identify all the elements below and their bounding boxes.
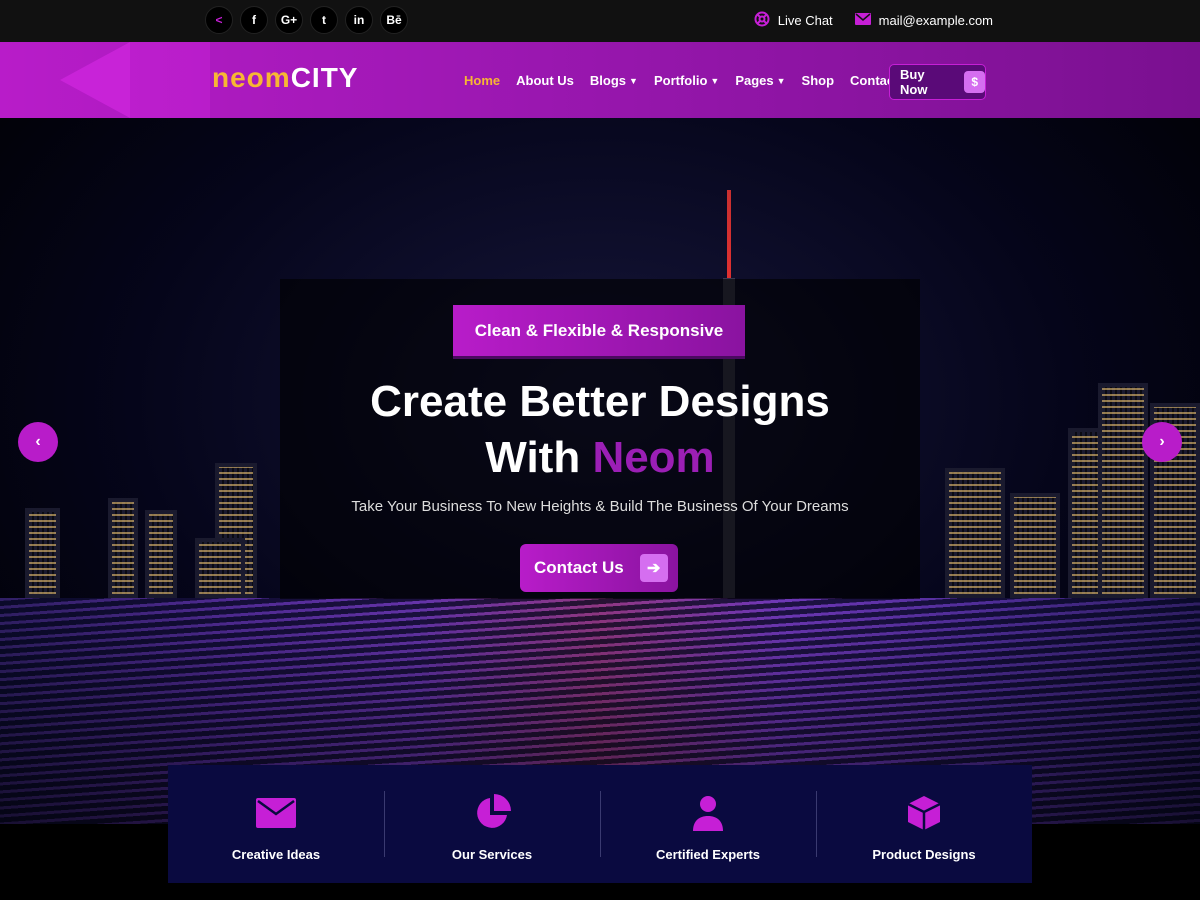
hero-tagline: Clean & Flexible & Responsive: [453, 305, 745, 359]
twitter-icon[interactable]: t: [310, 6, 338, 34]
user-icon: [692, 793, 724, 833]
box-icon: [905, 793, 943, 833]
main-header: neomCITY Home About Us Blogs ▼ Portfolio ▼…: [0, 42, 1200, 118]
feature-label: Creative Ideas: [231, 847, 321, 862]
building: [1010, 493, 1060, 598]
nav-shop[interactable]: Shop: [802, 73, 835, 88]
live-chat-link[interactable]: Live Chat: [754, 11, 833, 30]
chevron-down-icon: ▼: [629, 75, 638, 86]
contact-us-button[interactable]: Contact Us ➔: [520, 544, 678, 592]
building: [25, 508, 60, 598]
nav-portfolio-label: Portfolio: [653, 73, 708, 88]
nav-shop-label: Shop: [801, 73, 835, 88]
site-logo[interactable]: neomCITY: [212, 62, 358, 94]
top-bar: < f G+ t in Bē Live Chat mail@example.co…: [0, 0, 1200, 42]
nav-blogs[interactable]: Blogs ▼: [590, 73, 638, 88]
buy-now-label: Buy Now: [900, 67, 928, 97]
chevron-down-icon: ▼: [776, 75, 786, 86]
envelope-icon: [256, 793, 296, 833]
arrow-right-icon: ➔: [639, 554, 668, 582]
nav-home[interactable]: Home: [464, 73, 500, 88]
logo-part-neom: neom: [212, 62, 291, 93]
feature-our-services[interactable]: Our Services: [384, 765, 600, 883]
building: [145, 510, 177, 598]
nav-pages-label: Pages: [735, 73, 774, 88]
dollar-icon: $: [964, 71, 985, 93]
behance-icon[interactable]: Bē: [380, 6, 408, 34]
email-link[interactable]: mail@example.com: [854, 11, 993, 30]
headline-accent: Neom: [592, 433, 715, 482]
social-links: < f G+ t in Bē: [205, 6, 408, 34]
facebook-icon[interactable]: f: [240, 6, 268, 34]
slider-next-button[interactable]: ›: [1142, 422, 1182, 462]
slider-prev-button[interactable]: ‹: [18, 422, 58, 462]
building: [195, 538, 245, 598]
nav-blogs-label: Blogs: [589, 73, 627, 88]
feature-product-designs[interactable]: Product Designs: [816, 765, 1032, 883]
feature-label: Certified Experts: [655, 847, 761, 862]
feature-label: Product Designs: [872, 847, 976, 862]
hero-subtitle: Take Your Business To New Heights & Buil…: [351, 498, 849, 515]
chevron-left-icon: ‹: [35, 433, 41, 450]
google-plus-icon[interactable]: G+: [275, 6, 303, 34]
decorative-band: [130, 42, 210, 118]
share-icon[interactable]: <: [205, 6, 233, 34]
hero-slider: Clean & Flexible & Responsive Create Bet…: [0, 118, 1200, 824]
logo-part-city: CITY: [290, 62, 359, 93]
feature-creative-ideas[interactable]: Creative Ideas: [168, 765, 384, 883]
pie-chart-icon: [473, 793, 511, 833]
nav-home-label: Home: [464, 73, 501, 88]
hero-headline: Create Better Designs With Neom: [280, 374, 920, 486]
headline-line2: With Neom: [280, 430, 920, 486]
features-bar: Creative Ideas Our Services Certified Ex…: [168, 765, 1032, 883]
headline-with: With: [485, 433, 581, 482]
nav-about-label: About Us: [516, 73, 574, 88]
nav-pages[interactable]: Pages ▼: [735, 73, 785, 88]
feature-certified-experts[interactable]: Certified Experts: [600, 765, 816, 883]
contact-us-label: Contact Us: [534, 558, 624, 577]
top-contact: Live Chat mail@example.com: [754, 11, 993, 30]
life-ring-icon: [754, 11, 770, 30]
chevron-right-icon: ›: [1159, 433, 1165, 450]
live-chat-label: Live Chat: [777, 13, 833, 28]
linkedin-icon[interactable]: in: [345, 6, 373, 34]
nav-portfolio[interactable]: Portfolio ▼: [654, 73, 719, 88]
chevron-down-icon: ▼: [710, 75, 720, 86]
tower-spire: [727, 190, 731, 280]
building: [945, 468, 1005, 598]
envelope-icon: [854, 13, 871, 28]
main-menu: Home About Us Blogs ▼ Portfolio ▼ Pages ▼ S…: [464, 73, 919, 88]
buy-now-button[interactable]: Buy Now $: [889, 64, 986, 100]
feature-label: Our Services: [451, 847, 533, 862]
building: [108, 498, 138, 598]
email-label: mail@example.com: [878, 13, 993, 28]
headline-line1: Create Better Designs: [370, 377, 830, 426]
nav-about-us[interactable]: About Us: [516, 73, 574, 88]
decorative-arrow: [60, 42, 130, 118]
building: [1098, 383, 1148, 598]
